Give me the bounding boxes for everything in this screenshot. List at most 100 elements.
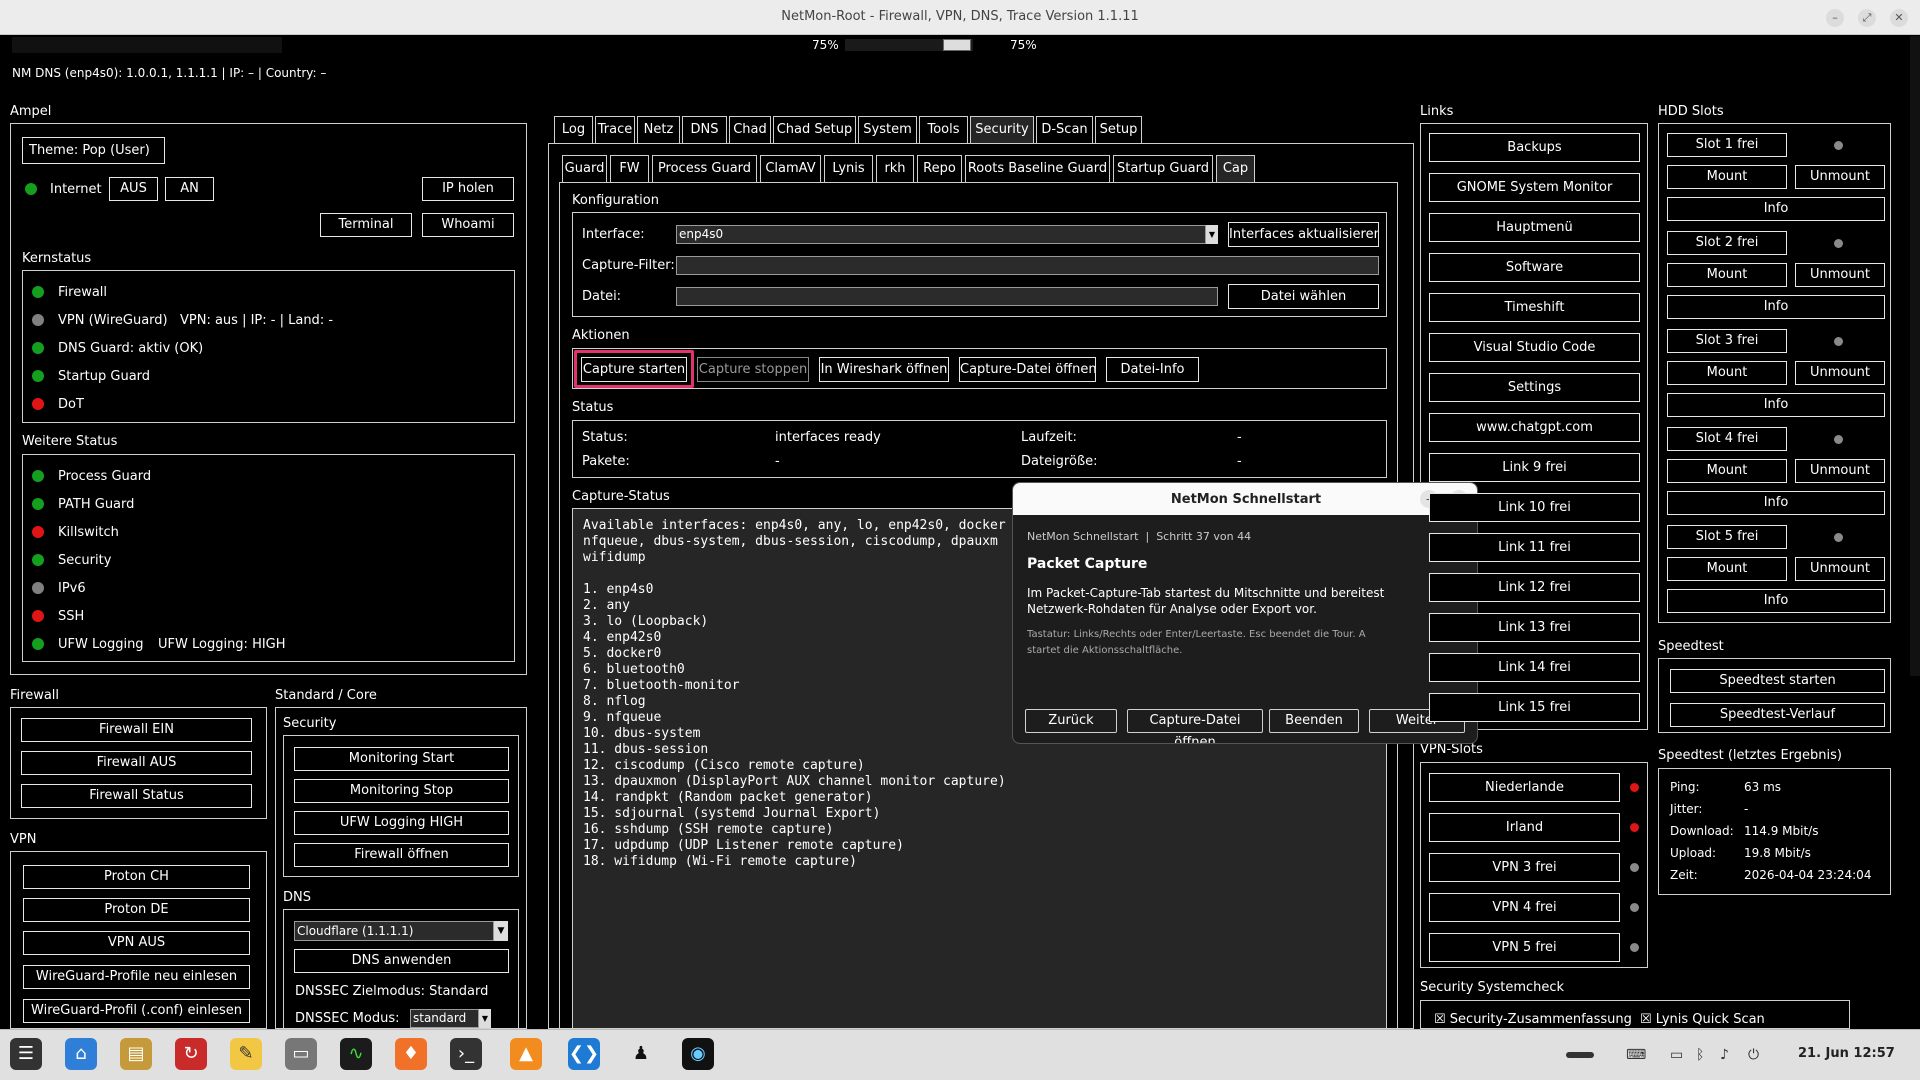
vpn-slot-button[interactable]: Irland [1429,813,1620,842]
speedtest-history-button[interactable]: Speedtest-Verlauf [1670,703,1885,727]
datei-input[interactable] [676,287,1218,306]
dns-provider-select[interactable]: Cloudflare (1.1.1.1) [294,921,494,941]
terminal-button[interactable]: Terminal [320,213,412,237]
ip-holen-button[interactable]: IP holen [422,177,514,201]
syscheck-item[interactable]: ☒ Security-Zusammenfassung [1434,1012,1632,1027]
checkbox-icon[interactable]: ☒ [1640,1012,1652,1027]
link-button[interactable]: Link 15 frei [1429,693,1640,722]
hdd-mount-button[interactable]: Mount [1667,165,1787,189]
bluetooth-icon[interactable]: ᛒ [1696,1047,1704,1063]
link-button[interactable]: Timeshift [1429,293,1640,322]
capture-filter-input[interactable] [676,256,1379,275]
tab-security[interactable]: Security [970,116,1034,143]
linux-penguin-icon[interactable]: ♟ [625,1038,657,1070]
hdd-info-button[interactable]: Info [1667,197,1885,221]
ufw-logging-high-button[interactable]: UFW Logging HIGH [294,811,509,835]
subtab-repo[interactable]: Repo [917,155,962,182]
hdd-mount-button[interactable]: Mount [1667,263,1787,287]
capture-stoppen-button[interactable]: Capture stoppen [697,357,809,382]
workspace-indicator-icon[interactable] [1566,1052,1594,1058]
chevron-down-icon[interactable]: ▼ [494,921,508,941]
datei-waehlen-button[interactable]: Datei wählen [1228,284,1379,309]
link-button[interactable]: Software [1429,253,1640,282]
disks-icon[interactable]: ▭ [285,1038,317,1070]
vpn-slot-button[interactable]: VPN 3 frei [1429,853,1620,882]
link-button[interactable]: Hauptmenü [1429,213,1640,242]
monitoring-start-button[interactable]: Monitoring Start [294,747,509,771]
internet-aus-button[interactable]: AUS [109,177,158,201]
dialog-beenden-button[interactable]: Beenden [1269,709,1359,733]
wireguard-reload-button[interactable]: WireGuard-Profile neu einlesen [23,965,250,989]
firewall-oeffnen-button[interactable]: Firewall öffnen [294,843,509,867]
link-button[interactable]: Link 9 frei [1429,453,1640,482]
subtab-roots-baseline-guard[interactable]: Roots Baseline Guard [965,155,1110,182]
zoom-slider[interactable] [845,39,973,51]
whoami-button[interactable]: Whoami [422,213,514,237]
interface-select[interactable]: enp4s0 [676,225,1206,244]
subtab-fw[interactable]: FW [610,155,649,182]
close-icon[interactable]: ✕ [1890,9,1908,27]
tab-chad[interactable]: Chad [729,116,771,143]
vpn-slot-button[interactable]: VPN 5 frei [1429,933,1620,962]
tab-dns[interactable]: DNS [682,116,727,143]
firewall-status-button[interactable]: Firewall Status [21,784,252,808]
link-button[interactable]: Settings [1429,373,1640,402]
tab-d-scan[interactable]: D-Scan [1036,116,1093,143]
syscheck-item[interactable]: ☒ Lynis Quick Scan [1640,1012,1765,1027]
link-button[interactable]: Link 13 frei [1429,613,1640,642]
clock[interactable]: 21. Jun 12:57 [1798,1046,1895,1061]
tab-chad-setup[interactable]: Chad Setup [773,116,856,143]
apps-menu-icon[interactable]: ☰ [10,1038,42,1070]
store-icon[interactable]: ⌂ [65,1038,97,1070]
tab-trace[interactable]: Trace [595,116,635,143]
interfaces-refresh-button[interactable]: Interfaces aktualisieren [1228,222,1379,247]
hdd-info-button[interactable]: Info [1667,491,1885,515]
hdd-info-button[interactable]: Info [1667,295,1885,319]
archive-icon[interactable]: ▤ [120,1038,152,1070]
monitoring-stop-button[interactable]: Monitoring Stop [294,779,509,803]
subtab-rkh[interactable]: rkh [876,155,914,182]
vscode-icon[interactable]: ❮❯ [568,1038,600,1070]
link-button[interactable]: GNOME System Monitor [1429,173,1640,202]
hdd-mount-button[interactable]: Mount [1667,459,1787,483]
hdd-mount-button[interactable]: Mount [1667,557,1787,581]
hdd-info-button[interactable]: Info [1667,589,1885,613]
notes-icon[interactable]: ✎ [230,1038,262,1070]
main-scrollbar[interactable] [1910,36,1920,676]
chevron-down-icon[interactable]: ▼ [479,1009,491,1028]
chevron-down-icon[interactable]: ▼ [1206,225,1218,244]
keyboard-icon[interactable]: ⌨ [1626,1047,1646,1063]
link-button[interactable]: Backups [1429,133,1640,162]
terminal-icon[interactable]: ›_ [450,1038,482,1070]
volume-icon[interactable]: ♪ [1720,1047,1729,1063]
screen-icon[interactable]: ▭ [1670,1047,1683,1063]
vlc-icon[interactable]: ▲ [510,1038,542,1070]
power-icon[interactable]: ⏻ [1748,1047,1759,1063]
firewall-aus-button[interactable]: Firewall AUS [21,751,252,775]
link-button[interactable]: Link 10 frei [1429,493,1640,522]
datei-info-button[interactable]: Datei-Info [1106,357,1199,382]
link-button[interactable]: www.chatgpt.com [1429,413,1640,442]
capture-datei-open-button[interactable]: Capture-Datei öffnen [959,357,1096,382]
proton-ch-button[interactable]: Proton CH [23,865,250,889]
proton-de-button[interactable]: Proton DE [23,898,250,922]
zoom-slider-handle[interactable] [943,39,971,51]
dialog-zurueck-button[interactable]: Zurück [1025,709,1117,733]
speedtest-start-button[interactable]: Speedtest starten [1670,669,1885,693]
tab-system[interactable]: System [858,116,917,143]
tab-log[interactable]: Log [554,116,593,143]
dns-apply-button[interactable]: DNS anwenden [294,949,509,973]
maximize-icon[interactable]: ⤢ [1858,9,1876,27]
vpn-aus-button[interactable]: VPN AUS [23,931,250,955]
tab-tools[interactable]: Tools [919,116,968,143]
timeshift-icon[interactable]: ↻ [175,1038,207,1070]
hdd-unmount-button[interactable]: Unmount [1795,557,1885,581]
firewall-ein-button[interactable]: Firewall EIN [21,718,252,742]
internet-an-button[interactable]: AN [165,177,214,201]
subtab-clamav[interactable]: ClamAV [760,155,821,182]
vpn-slot-button[interactable]: VPN 4 frei [1429,893,1620,922]
tab-netz[interactable]: Netz [637,116,680,143]
hdd-unmount-button[interactable]: Unmount [1795,263,1885,287]
capture-starten-button[interactable]: Capture starten [581,357,687,382]
hdd-unmount-button[interactable]: Unmount [1795,459,1885,483]
